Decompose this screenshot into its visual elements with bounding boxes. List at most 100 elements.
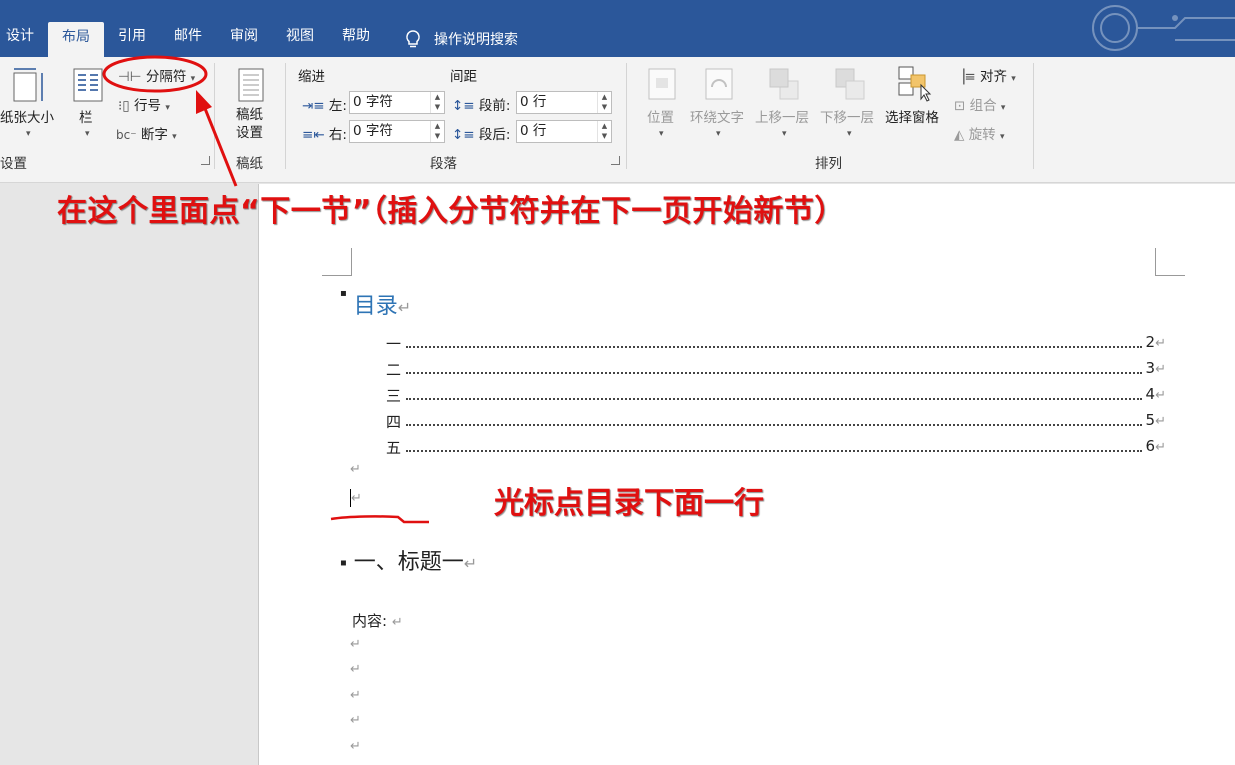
align-dropdown-icon: ▾ (1011, 74, 1016, 84)
toc-entry[interactable]: 四 5↵ (386, 411, 1166, 432)
indent-right-value: 0 字符 (353, 123, 393, 139)
spinner-arrows-icon[interactable]: ▲ ▼ (597, 92, 611, 113)
wrap-text-icon (705, 68, 733, 100)
group-dropdown-icon: ▾ (1000, 103, 1006, 113)
toc-entry[interactable]: 二 3↵ (386, 359, 1166, 380)
spacing-before-label: 段前: (478, 98, 511, 114)
toc-leader (406, 450, 1142, 452)
indent-left-icon: ⇥≡ (302, 98, 325, 114)
rotate-button[interactable]: ◭ 旋转 ▾ (954, 123, 1005, 143)
tell-me-label: 操作说明搜索 (434, 31, 518, 48)
group-button[interactable]: ⊡ 组合 ▾ (954, 94, 1005, 114)
toc-entry[interactable]: 三 4↵ (386, 385, 1166, 406)
bring-forward-button[interactable]: 上移一层 (755, 106, 809, 126)
spacing-header: 间距 (450, 69, 477, 85)
draft-paper-icon (238, 68, 264, 102)
rotate-icon: ◭ (954, 127, 965, 143)
selection-pane-label: 选择窗格 (885, 110, 939, 126)
breaks-button[interactable]: ⊣⊢ 分隔符 ▾ (118, 65, 195, 85)
toc-entry-label: 五 (386, 437, 404, 458)
paragraph-mark: ↵ (391, 615, 403, 630)
align-icon: ▕≡ (954, 69, 976, 85)
toc-entry[interactable]: 五 6↵ (386, 437, 1166, 458)
hyphenation-icon: bc⁻ (116, 128, 137, 142)
indent-left-input[interactable]: 0 字符 ▲ ▼ (349, 91, 445, 114)
tab-view[interactable]: 视图 (272, 20, 328, 57)
paragraph-mark: ↵ (350, 662, 361, 677)
breaks-label: 分隔符 (145, 69, 187, 85)
paragraph-mark: ↵ (350, 713, 361, 728)
draft-group-label: 稿纸 (236, 156, 263, 172)
spinner-arrows-icon[interactable]: ▲ ▼ (430, 121, 444, 142)
rotate-label: 旋转 (968, 127, 996, 143)
title-bar: 设计 布局 引用 邮件 审阅 视图 帮助 操作说明搜索 (0, 0, 1235, 57)
align-button[interactable]: ▕≡ 对齐 ▾ (954, 65, 1016, 85)
group-label: 组合 (969, 98, 997, 114)
toc-entry-label: 一 (386, 333, 404, 354)
draft-paper-button[interactable]: 稿纸 设置 (236, 106, 263, 142)
selection-pane-button[interactable]: 选择窗格 (885, 106, 939, 126)
paragraph-mark: ↵ (397, 298, 412, 317)
tell-me-search[interactable]: 操作说明搜索 (384, 20, 518, 57)
spinner-arrows-icon[interactable]: ▲ ▼ (430, 92, 444, 113)
content-label: 内容: (352, 612, 388, 630)
wrap-text-button[interactable]: 环绕文字 (690, 106, 744, 126)
columns-dropdown-icon: ▾ (85, 129, 90, 139)
page-setup-group-label: 设置 (0, 156, 27, 172)
separator (285, 63, 286, 169)
tab-mailings[interactable]: 邮件 (160, 20, 216, 57)
tab-review[interactable]: 审阅 (216, 20, 272, 57)
toc-entry[interactable]: 一 2↵ (386, 333, 1166, 354)
columns-button[interactable]: 栏 (79, 106, 93, 126)
annotation-middle-text: 光标点目录下面一行 (494, 486, 764, 521)
send-backward-button[interactable]: 下移一层 (820, 106, 874, 126)
tab-help[interactable]: 帮助 (328, 20, 384, 57)
paragraph-mark: ↵ (350, 739, 361, 754)
line-numbers-button[interactable]: ⁝▯ 行号 ▾ (118, 94, 170, 114)
indent-right-icon: ≡⇤ (302, 127, 325, 143)
bullet-mark: ▪ (340, 557, 347, 569)
arrange-group-label: 排列 (815, 156, 842, 172)
toc-entry-page: 6↵ (1145, 437, 1166, 455)
columns-icon (73, 68, 103, 102)
position-button[interactable]: 位置 (647, 106, 674, 126)
bullet-mark: ▪ (340, 288, 347, 299)
page-size-button[interactable]: 纸张大小 (0, 106, 54, 126)
tab-design[interactable]: 设计 (0, 20, 48, 57)
crop-mark-left (322, 248, 352, 276)
toc-title: ▪ 目录↵ (340, 288, 411, 320)
send-backward-label: 下移一层 (820, 110, 874, 126)
position-label: 位置 (647, 110, 674, 126)
spacing-after-input[interactable]: 0 行 ▲ ▼ (516, 120, 612, 143)
title-bar-decoration (1092, 5, 1235, 51)
draft-paper-label-1: 稿纸 (236, 107, 263, 123)
breaks-dropdown-icon: ▾ (190, 74, 196, 84)
rotate-dropdown-icon: ▾ (999, 132, 1005, 142)
document-page[interactable] (258, 184, 1235, 765)
position-dropdown-icon: ▾ (659, 129, 664, 139)
indent-right-label: 右: (328, 127, 347, 143)
page-setup-launcher-icon[interactable] (201, 156, 210, 165)
paragraph-launcher-icon[interactable] (611, 156, 620, 165)
content-line: 内容: ↵ (352, 610, 403, 631)
toc-title-text: 目录 (353, 294, 398, 319)
spacing-before-input[interactable]: 0 行 ▲ ▼ (516, 91, 612, 114)
toc-entry-page: 3↵ (1145, 359, 1166, 377)
ribbon-layout: 纸张大小 ▾ 栏 ▾ ⊣⊢ 分隔符 ▾ ⁝▯ 行号 ▾ bc⁻ 断字 ▾ 设置 (0, 57, 1235, 183)
separator (1033, 63, 1034, 169)
indent-right-input[interactable]: 0 字符 ▲ ▼ (349, 120, 445, 143)
heading-1-text: 一、标题一 (353, 550, 464, 575)
position-icon (648, 68, 676, 100)
hyphenation-button[interactable]: bc⁻ 断字 ▾ (116, 123, 177, 143)
page-size-label: 纸张大小 (0, 110, 54, 126)
text-cursor-line[interactable]: ↵ (350, 487, 362, 507)
toc-leader (406, 346, 1142, 348)
annotation-top-text: 在这个里面点“下一节”（插入分节符并在下一页开始新节） (57, 194, 845, 229)
spacing-before-icon: ↕≡ (452, 98, 475, 114)
tab-layout[interactable]: 布局 (48, 22, 104, 57)
tab-references[interactable]: 引用 (104, 20, 160, 57)
toc-leader (406, 424, 1142, 426)
indent-right-label-wrap: ≡⇤ 右: (302, 123, 347, 143)
separator (214, 63, 215, 169)
spinner-arrows-icon[interactable]: ▲ ▼ (597, 121, 611, 142)
